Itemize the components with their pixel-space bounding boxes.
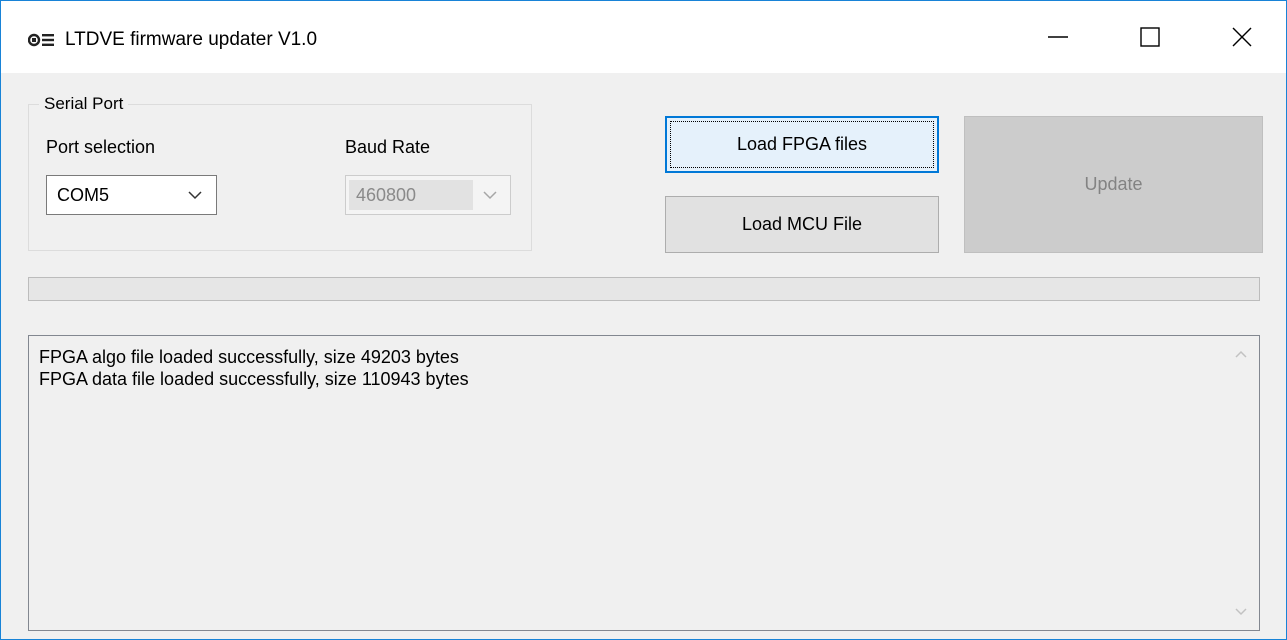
close-button[interactable] <box>1196 1 1286 73</box>
scroll-down-icon[interactable] <box>1233 606 1249 618</box>
port-selection-value: COM5 <box>57 185 110 205</box>
close-icon <box>1232 27 1252 47</box>
maximize-button[interactable] <box>1104 1 1196 73</box>
serial-port-group-title: Serial Port <box>39 93 129 115</box>
baud-rate-dropdown[interactable]: 460800 <box>345 175 511 215</box>
log-lines: FPGA algo file loaded successfully, size… <box>39 346 469 390</box>
log-textbox[interactable]: FPGA algo file loaded successfully, size… <box>28 335 1260 631</box>
app-icon <box>28 33 54 47</box>
minimize-button[interactable] <box>1012 1 1104 73</box>
port-selection-label: Port selection <box>46 137 156 157</box>
load-mcu-file-button[interactable]: Load MCU File <box>665 196 939 253</box>
title-bar[interactable]: LTDVE firmware updater V1.0 <box>1 1 1286 73</box>
progress-bar <box>28 277 1260 301</box>
chevron-down-icon <box>188 191 202 200</box>
vertical-scrollbar[interactable] <box>1225 336 1259 630</box>
update-label: Update <box>1084 174 1143 194</box>
window-title: LTDVE firmware updater V1.0 <box>65 29 318 50</box>
baud-rate-label: Baud Rate <box>345 137 431 157</box>
minimize-icon <box>1048 36 1068 38</box>
chevron-down-icon <box>483 191 497 200</box>
load-fpga-files-button[interactable]: Load FPGA files <box>665 116 939 173</box>
scroll-up-icon[interactable] <box>1233 348 1249 360</box>
port-selection-dropdown[interactable]: COM5 <box>46 175 217 215</box>
log-line: FPGA data file loaded successfully, size… <box>39 369 469 389</box>
baud-rate-value: 460800 <box>356 185 417 205</box>
focus-rectangle <box>670 121 934 168</box>
load-mcu-file-label: Load MCU File <box>741 214 863 234</box>
app-window: LTDVE firmware updater V1.0 Serial Port … <box>0 0 1287 640</box>
update-button[interactable]: Update <box>964 116 1263 253</box>
maximize-icon <box>1140 27 1160 47</box>
log-line: FPGA algo file loaded successfully, size… <box>39 347 459 367</box>
